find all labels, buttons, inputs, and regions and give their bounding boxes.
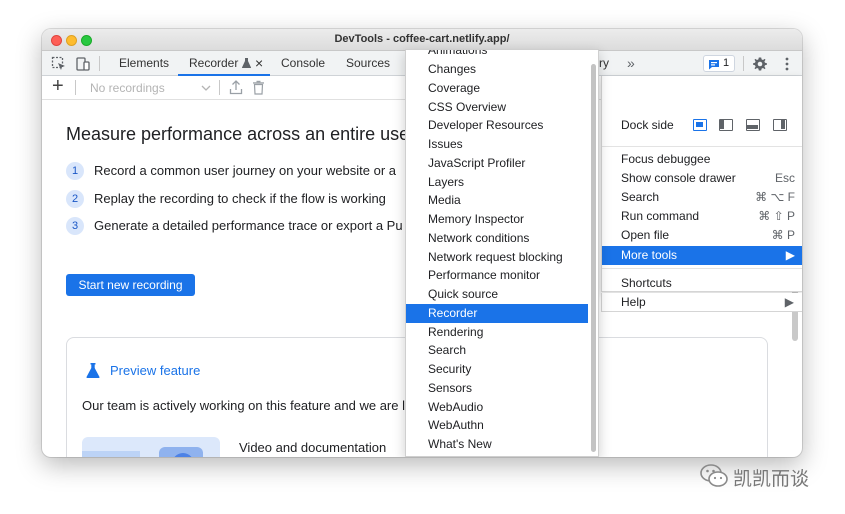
submenu-item-media[interactable]: Media (406, 191, 588, 210)
menu-item-label: Run command (621, 209, 700, 223)
preview-feature-label[interactable]: Preview feature (110, 363, 200, 378)
add-recording-icon[interactable]: + (52, 75, 64, 98)
tab-console[interactable]: Console (281, 51, 325, 76)
menu-item-label: Open file (621, 228, 670, 242)
recording-select[interactable]: No recordings (90, 81, 165, 95)
menu-separator (602, 268, 802, 269)
step-number: 1 (66, 162, 84, 180)
submenu-item-search[interactable]: Search (406, 341, 588, 360)
delete-icon[interactable] (252, 80, 265, 95)
submenu-item-issues[interactable]: Issues (406, 135, 588, 154)
thumbnail-shape (82, 451, 140, 457)
issues-badge[interactable]: 1 (703, 55, 735, 72)
menu-item-shortcut: ⌘ P (771, 228, 795, 242)
menu-item-shortcuts[interactable]: Shortcuts (602, 274, 802, 293)
video-thumbnail[interactable] (82, 437, 220, 457)
inspect-element-icon[interactable] (51, 56, 67, 72)
tab-sources[interactable]: Sources (346, 51, 390, 76)
menu-item-shortcut: Esc (774, 171, 795, 185)
menu-item-label: Search (621, 190, 660, 204)
flask-icon (86, 363, 100, 378)
tab-bar-separator (99, 56, 100, 71)
submenu-item-changes[interactable]: Changes (406, 60, 588, 79)
submenu-item-whats-new[interactable]: What's New (406, 435, 588, 454)
submenu-item-webauthn[interactable]: WebAuthn (406, 416, 588, 435)
submenu-item-webaudio[interactable]: WebAudio (406, 398, 588, 417)
tab-memory-partial[interactable]: ry (599, 51, 609, 76)
step-number: 3 (66, 217, 84, 235)
dock-side-label: Dock side (621, 118, 674, 132)
menu-item-show-console-drawer[interactable]: Show console drawer Esc (602, 169, 802, 188)
customize-menu: Dock side Focus debuggee Show console dr… (601, 76, 802, 292)
menu-item-open-file[interactable]: Open file ⌘ P (602, 226, 802, 245)
submenu-item-security[interactable]: Security (406, 360, 588, 379)
menu-item-label: Focus debuggee (621, 152, 711, 166)
submenu-item-css-overview[interactable]: CSS Overview (406, 98, 588, 117)
menu-item-label: Show console drawer (621, 171, 736, 185)
dock-undock-icon[interactable] (693, 119, 707, 131)
submenu-item-quick-source[interactable]: Quick source (406, 285, 588, 304)
submenu-item-javascript-profiler[interactable]: JavaScript Profiler (406, 154, 588, 173)
dock-left-icon[interactable] (719, 119, 733, 131)
devtools-window: DevTools - coffee-cart.netlify.app/ Elem… (42, 29, 802, 457)
submenu-arrow-icon: ▶ (785, 248, 795, 262)
card-description: Our team is actively working on this fea… (82, 398, 413, 413)
menu-item-run-command[interactable]: Run command ⌘ ⇧ P (602, 207, 802, 226)
more-tools-submenu: Animations Changes Coverage CSS Overview… (405, 49, 599, 457)
menu-item-focus-debuggee[interactable]: Focus debuggee (602, 150, 802, 169)
step-text: Generate a detailed performance trace or… (94, 218, 403, 233)
message-icon (709, 60, 719, 70)
menu-item-label: Shortcuts (621, 276, 672, 290)
more-tabs-chevron-icon[interactable]: » (627, 51, 635, 76)
menu-item-label: Help (621, 295, 646, 309)
wechat-logo-icon (700, 464, 728, 487)
submenu-item-recorder[interactable]: Recorder (406, 304, 588, 323)
submenu-item-sensors[interactable]: Sensors (406, 379, 588, 398)
settings-gear-icon[interactable] (752, 56, 768, 72)
menu-item-label: More tools (621, 248, 678, 262)
tab-bar-separator (743, 56, 744, 71)
dock-right-icon[interactable] (773, 119, 787, 131)
video-docs-label: Video and documentation (239, 440, 387, 455)
tab-elements[interactable]: Elements (119, 51, 169, 76)
issues-count: 1 (723, 57, 730, 69)
submenu-item-animations[interactable]: Animations (406, 50, 588, 60)
submenu-item-layers[interactable]: Layers (406, 173, 588, 192)
submenu-item-coverage[interactable]: Coverage (406, 79, 588, 98)
tab-recorder-label: Recorder (189, 56, 239, 70)
page-title: Measure performance across an entire use (66, 124, 410, 144)
watermark-text: 凯凯而谈 (733, 469, 810, 490)
start-new-recording-button[interactable]: Start new recording (66, 274, 195, 296)
toolbar-separator (219, 80, 220, 95)
step-number: 2 (66, 190, 84, 208)
title-bar: DevTools - coffee-cart.netlify.app/ (42, 29, 802, 51)
submenu-item-network-conditions[interactable]: Network conditions (406, 229, 588, 248)
submenu-scrollbar[interactable] (591, 64, 596, 452)
window-title: DevTools - coffee-cart.netlify.app/ (334, 33, 510, 45)
tab-recorder[interactable]: Recorder × (178, 51, 270, 76)
chevron-down-icon (201, 85, 211, 91)
menu-separator (602, 146, 802, 147)
menu-item-more-tools[interactable]: More tools ▶ (602, 246, 802, 265)
menu-item-help[interactable]: Help ▶ (601, 293, 802, 312)
menu-item-search[interactable]: Search ⌘ ⌥ F (602, 188, 802, 207)
submenu-item-rendering[interactable]: Rendering (406, 323, 588, 342)
dock-bottom-icon[interactable] (746, 119, 760, 131)
submenu-item-performance-monitor[interactable]: Performance monitor (406, 266, 588, 285)
menu-item-shortcut: ⌘ ⇧ P (758, 209, 795, 223)
menu-item-shortcut: ⌘ ⌥ F (755, 190, 795, 204)
toolbar-separator (75, 80, 76, 95)
submenu-arrow-icon: ▶ (784, 295, 794, 309)
device-toolbar-icon[interactable] (75, 56, 91, 72)
export-icon[interactable] (229, 80, 243, 95)
submenu-item-network-request-blocking[interactable]: Network request blocking (406, 248, 588, 267)
step-text: Replay the recording to check if the flo… (94, 191, 386, 206)
flask-icon (241, 58, 252, 68)
customize-menu-icon[interactable] (779, 56, 795, 72)
submenu-item-developer-resources[interactable]: Developer Resources (406, 116, 588, 135)
screenshot-stage: DevTools - coffee-cart.netlify.app/ Elem… (0, 0, 845, 514)
step-text: Record a common user journey on your web… (94, 163, 397, 178)
submenu-item-memory-inspector[interactable]: Memory Inspector (406, 210, 588, 229)
close-tab-icon[interactable]: × (255, 51, 263, 75)
